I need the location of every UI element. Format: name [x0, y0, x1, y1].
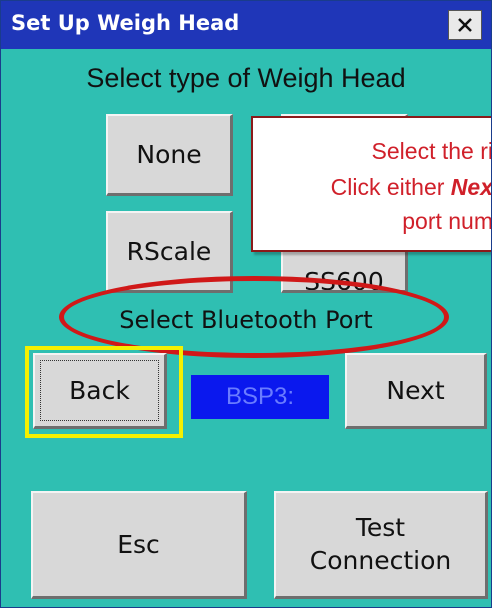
window-title: Set Up Weigh Head	[11, 11, 240, 35]
close-icon	[458, 18, 472, 32]
none-button-label: None	[136, 140, 202, 169]
rscale-button[interactable]: RScale	[106, 211, 233, 293]
weigh-head-type-heading: Select type of Weigh Head	[86, 63, 406, 93]
close-button[interactable]	[448, 10, 482, 40]
rscale-button-label: RScale	[126, 237, 212, 266]
test-connection-label: Test Connection	[310, 512, 451, 577]
test-connection-line-1: Test	[355, 513, 406, 542]
test-connection-line-2: Connection	[309, 545, 452, 575]
test-connection-button[interactable]: Test Connection	[274, 491, 488, 599]
setup-weigh-head-window: Set Up Weigh Head Select type of Weigh H…	[0, 0, 492, 608]
focus-rectangle	[40, 360, 159, 421]
esc-button[interactable]: Esc	[31, 491, 247, 599]
callout-line-1: Select the ri	[371, 138, 492, 164]
callout-line-3: port num	[402, 208, 492, 234]
callout-line-2-text: Click either	[330, 174, 451, 200]
none-button[interactable]: None	[106, 114, 233, 196]
esc-button-label: Esc	[117, 530, 160, 559]
title-bar: Set Up Weigh Head	[1, 1, 491, 49]
bluetooth-port-value: BSP3:	[191, 375, 329, 419]
instruction-callout: Select the ri Click either Nex port num	[251, 116, 492, 252]
next-button-label: Next	[386, 376, 445, 405]
callout-next-emphasis: Nex	[450, 174, 492, 200]
ss600-button-label: SS600	[304, 267, 384, 293]
next-button[interactable]: Next	[345, 353, 487, 429]
callout-line-2: Click either Nex	[253, 174, 492, 201]
bluetooth-port-label: Select Bluetooth Port	[119, 306, 373, 334]
back-button[interactable]: Back	[33, 353, 167, 429]
